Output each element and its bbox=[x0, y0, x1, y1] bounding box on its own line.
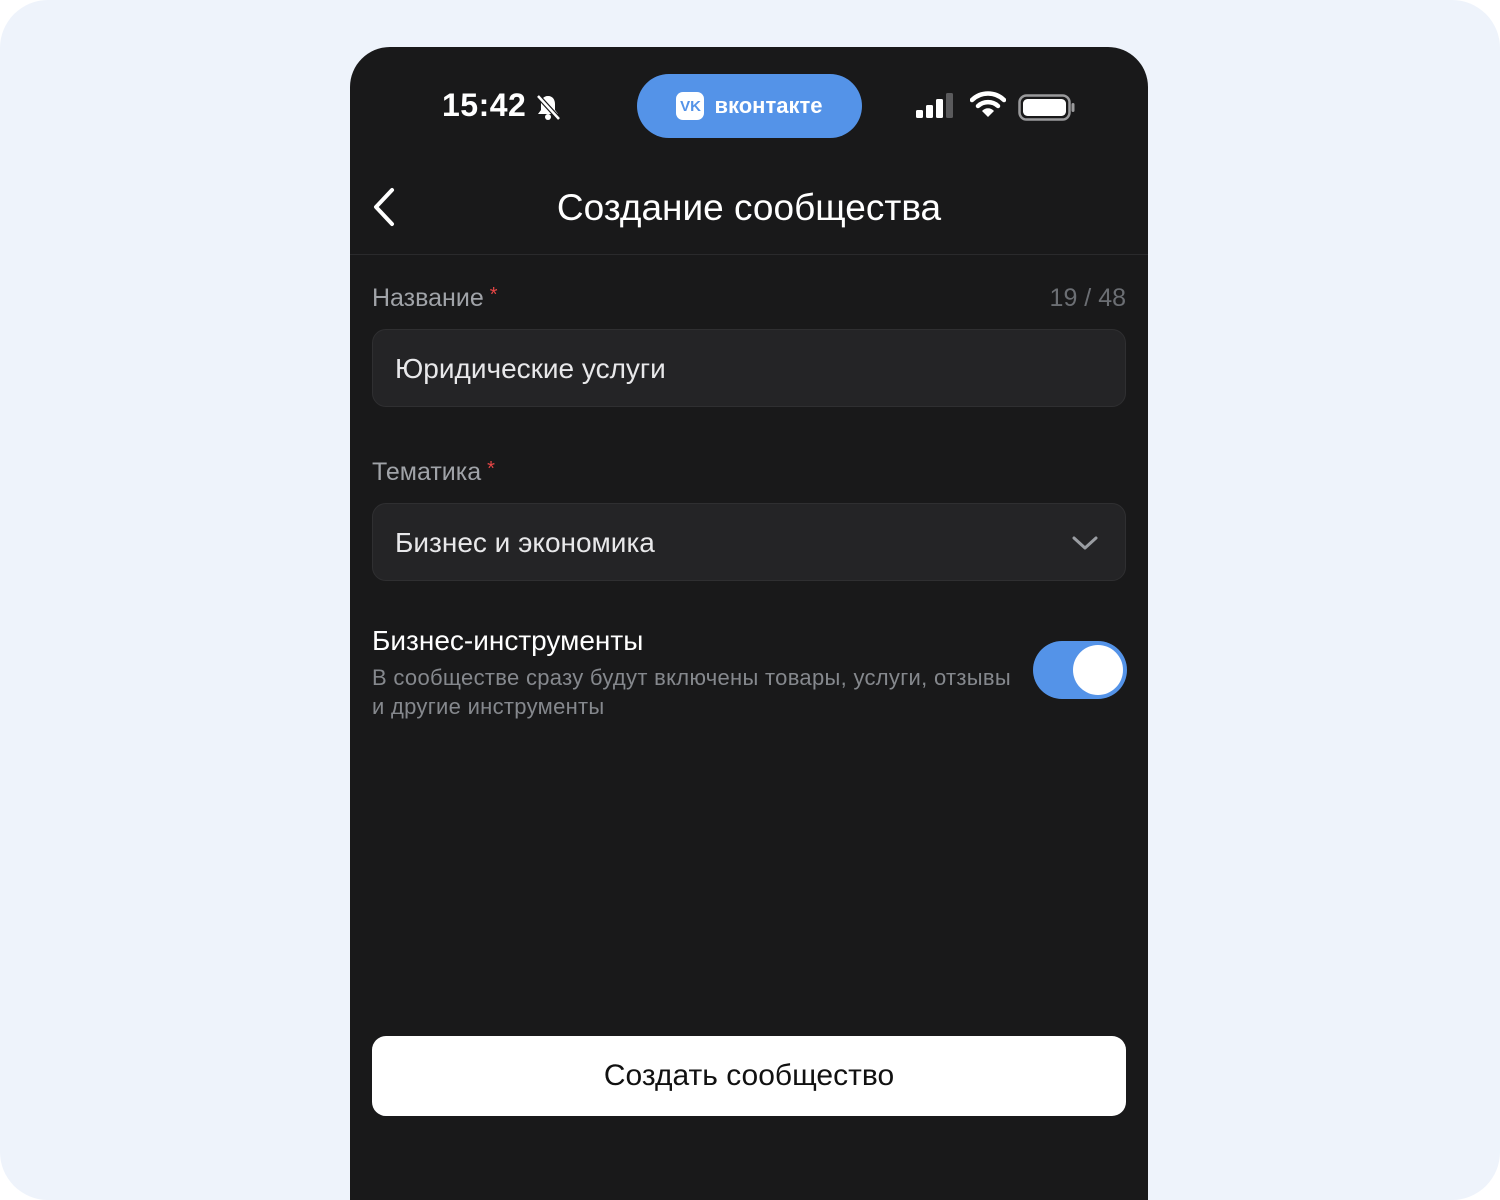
page-title: Создание сообщества bbox=[556, 187, 942, 228]
business-tools-title: Бизнес-инструменты bbox=[372, 625, 644, 656]
status-time: 15:42 bbox=[442, 87, 527, 123]
business-tools-toggle[interactable] bbox=[1033, 641, 1127, 699]
topic-label: Тематика * bbox=[372, 458, 495, 487]
name-input-value: Юридические услуги bbox=[395, 353, 666, 384]
name-label-text: Название bbox=[372, 284, 484, 312]
page-background: 15:42 VK вконтакте Создание сообщества Н… bbox=[0, 0, 1500, 1200]
phone-screen: 15:42 VK вконтакте Создание сообщества Н… bbox=[350, 47, 1148, 1200]
bell-muted-icon bbox=[534, 93, 562, 126]
vk-app-pill[interactable]: VK вконтакте bbox=[637, 74, 862, 138]
topic-select-value: Бизнес и экономика bbox=[395, 527, 655, 558]
topic-label-text: Тематика bbox=[372, 458, 482, 486]
cellular-signal-icon bbox=[915, 93, 957, 124]
toggle-knob bbox=[1073, 645, 1123, 695]
name-char-counter: 19 / 48 bbox=[1049, 284, 1126, 312]
business-tools-description: В сообществе сразу будут включены товары… bbox=[372, 665, 1011, 719]
required-mark: * bbox=[489, 284, 498, 306]
header-divider bbox=[350, 254, 1148, 255]
vk-logo-icon: VK bbox=[676, 92, 705, 120]
name-input[interactable]: Юридические услуги bbox=[372, 329, 1126, 407]
required-mark: * bbox=[487, 458, 495, 480]
create-community-button[interactable]: Создать сообщество bbox=[372, 1036, 1126, 1116]
topic-select[interactable]: Бизнес и экономика bbox=[372, 503, 1126, 581]
name-label: Название * bbox=[372, 284, 498, 313]
chevron-down-icon bbox=[1071, 534, 1099, 557]
app-pill-label: вконтакте bbox=[714, 93, 823, 118]
wifi-icon bbox=[969, 91, 1007, 124]
battery-icon bbox=[1018, 94, 1076, 127]
